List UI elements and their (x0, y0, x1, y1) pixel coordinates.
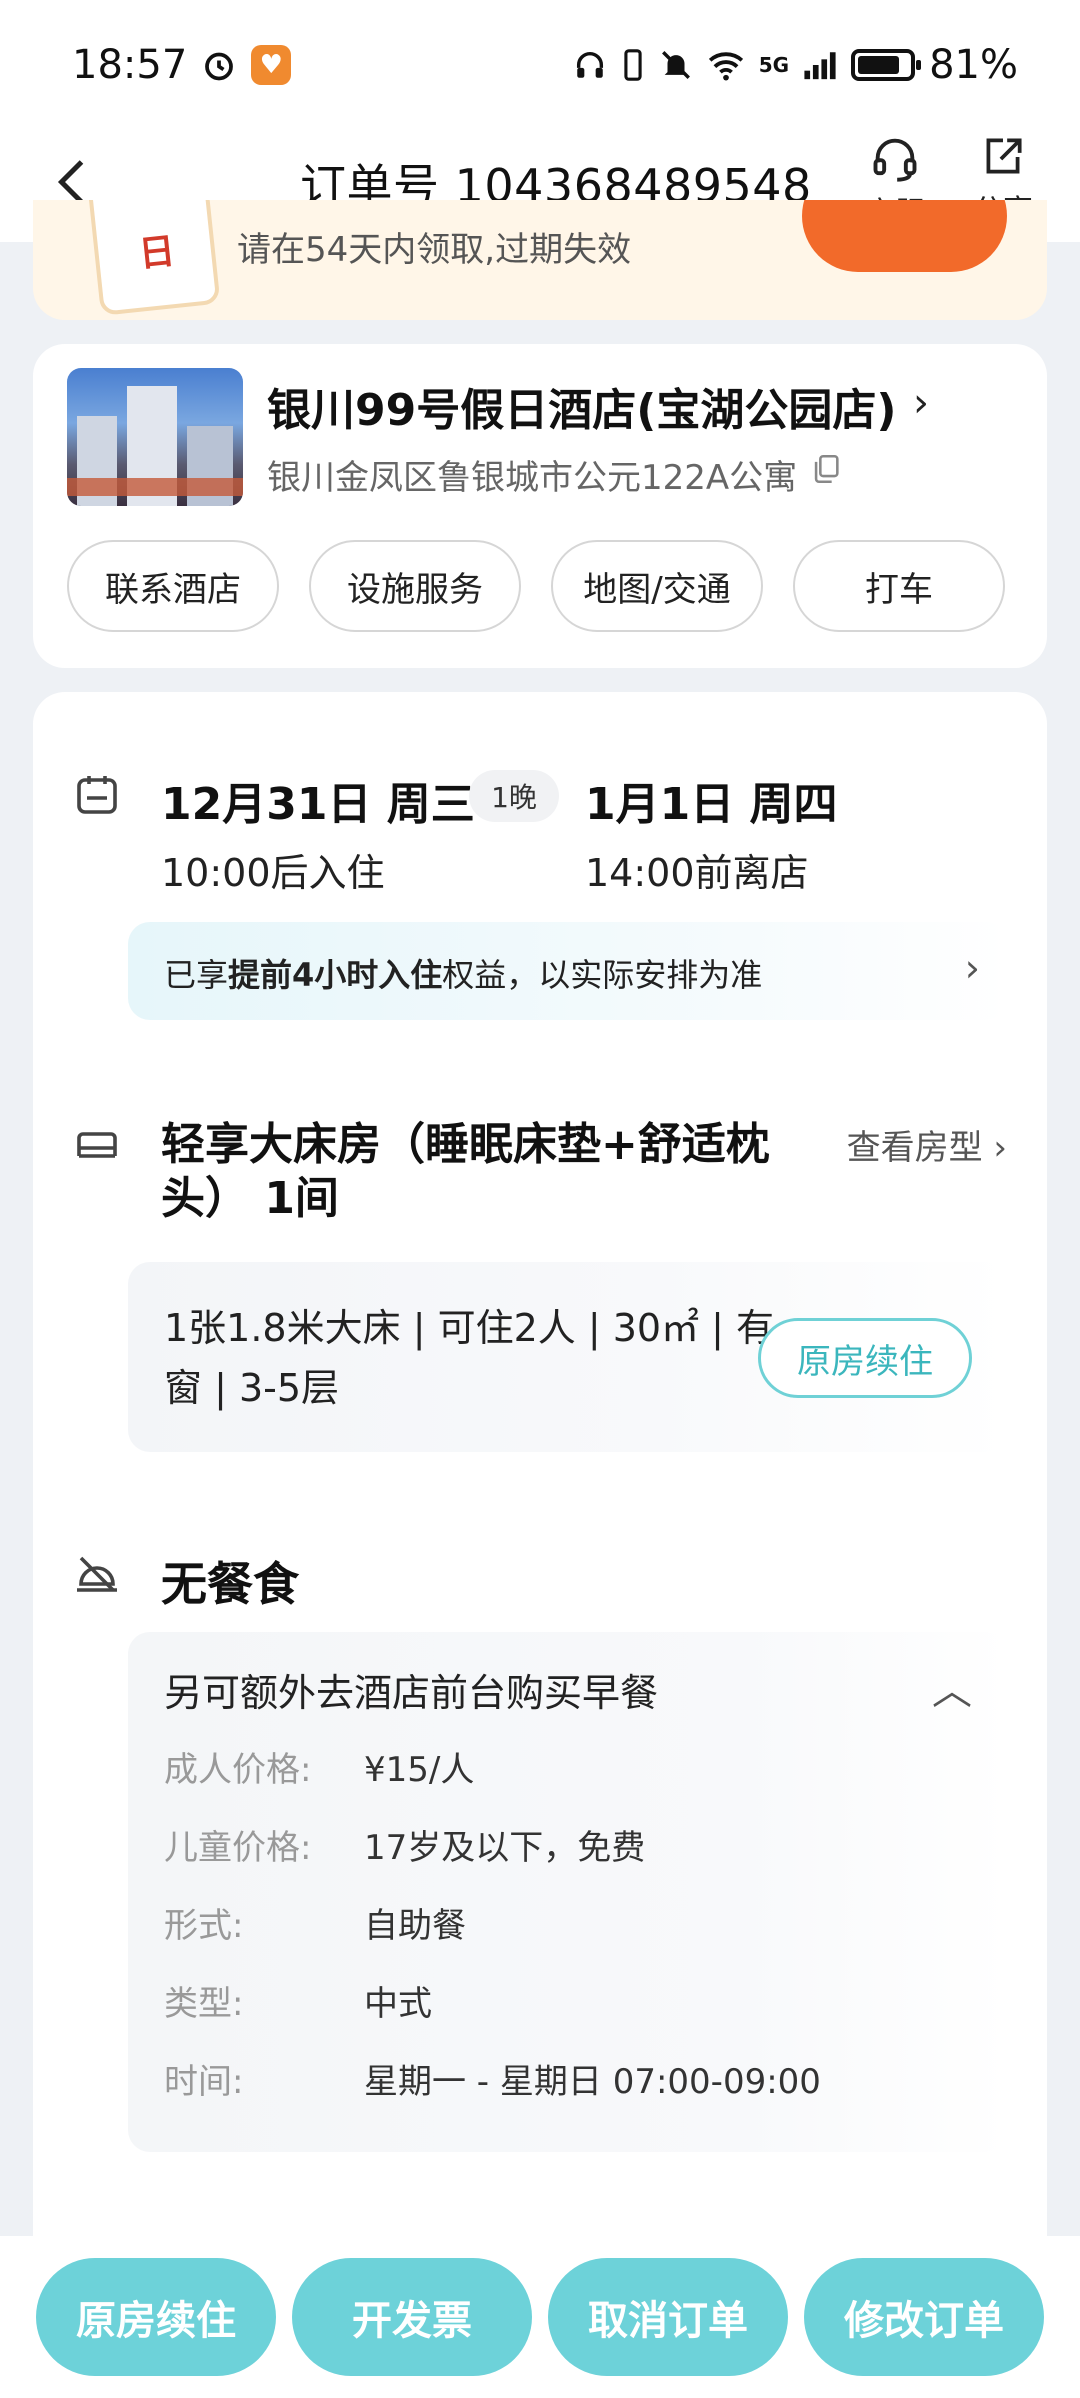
status-time: 18:57 (72, 42, 188, 88)
calendar-icon (73, 770, 121, 818)
battery-icon (851, 49, 922, 81)
coupon-banner[interactable]: 日 请在54天内领取,过期失效 (33, 200, 1047, 320)
headphones-icon (573, 48, 607, 82)
hotel-card: 银川99号假日酒店(宝湖公园店) › 银川金凤区鲁银城市公元122A公寓 联系酒… (33, 344, 1047, 668)
contact-hotel-button[interactable]: 联系酒店 (67, 540, 279, 632)
chevron-right-icon[interactable]: › (913, 380, 929, 426)
meal-title: 无餐食 (161, 1557, 299, 1611)
meal-row-type: 类型: 中式 (164, 1984, 432, 2024)
network-type: 5G (758, 53, 790, 77)
modify-order-button[interactable]: 修改订单 (804, 2258, 1044, 2376)
no-meal-icon (73, 1550, 121, 1598)
status-bar: 18:57 ♥ 5G 81% (0, 0, 1080, 130)
hotel-photo[interactable] (67, 368, 243, 506)
signal-bars-icon (803, 50, 837, 80)
chevron-right-icon: › (964, 946, 980, 990)
room-specs-box: 1张1.8米大床 | 可住2人 | 30㎡ | 有窗 | 3-5层 原房续住 (128, 1262, 1008, 1452)
renew-room-button[interactable]: 原房续住 (758, 1318, 972, 1398)
meal-row-time: 时间: 星期一 - 星期日 07:00-09:00 (164, 2062, 821, 2102)
bottom-action-bar: 原房续住 开发票 取消订单 修改订单 (0, 2236, 1080, 2398)
mute-bell-icon (659, 48, 693, 82)
facilities-button[interactable]: 设施服务 (309, 540, 521, 632)
bed-icon (73, 1120, 121, 1168)
hotel-name[interactable]: 银川99号假日酒店(宝湖公园店) (267, 374, 896, 438)
hotel-actions: 联系酒店 设施服务 地图/交通 打车 (67, 540, 1005, 632)
app-notification-icon: ♥ (251, 45, 292, 85)
breakfast-note: 另可额外去酒店前台购买早餐 (164, 1671, 659, 1715)
headset-icon (873, 138, 917, 182)
order-details-card: 12月31日 周三 1晚 1月1日 周四 10:00后入住 14:00前离店 已… (33, 692, 1047, 2252)
map-transport-button[interactable]: 地图/交通 (551, 540, 763, 632)
meal-row-adult: 成人价格: ¥15/人 (164, 1750, 475, 1790)
hotel-address: 银川金凤区鲁银城市公元122A公寓 (267, 458, 798, 498)
share-icon (986, 138, 1022, 174)
meal-row-form: 形式: 自助餐 (164, 1906, 466, 1946)
battery-percent: 81% (929, 42, 1018, 88)
checkout-time: 14:00前离店 (585, 851, 809, 895)
room-title: 轻享大床房（睡眠床垫+舒适枕头） 1间 (161, 1119, 770, 1224)
checkin-time: 10:00后入住 (161, 851, 385, 895)
taxi-button[interactable]: 打车 (793, 540, 1005, 632)
early-checkin-perk[interactable]: 已享提前4小时入住权益，以实际安排为准 › (128, 922, 1008, 1020)
alarm-icon (201, 47, 237, 83)
checkin-date: 12月31日 周三 (161, 779, 475, 830)
cellular-signal-icon: 5G (759, 53, 789, 77)
copy-icon[interactable] (809, 452, 843, 486)
view-room-type-link[interactable]: 查看房型 › (847, 1120, 1007, 1169)
perk-text: 已享提前4小时入住权益，以实际安排为准 (164, 956, 763, 994)
nights-badge: 1晚 (469, 770, 559, 822)
cancel-order-button[interactable]: 取消订单 (548, 2258, 788, 2376)
checkout-date: 1月1日 周四 (585, 779, 838, 830)
room-specs: 1张1.8米大床 | 可住2人 | 30㎡ | 有窗 | 3-5层 (164, 1306, 775, 1410)
meal-row-child: 儿童价格: 17岁及以下，免费 (164, 1828, 646, 1868)
invoice-button[interactable]: 开发票 (292, 2258, 532, 2376)
vibrate-icon (621, 48, 645, 82)
coupon-expiry-text: 请在54天内领取,过期失效 (237, 230, 632, 270)
wifi-icon (707, 49, 745, 81)
chevron-up-icon[interactable]: ︿ (932, 1658, 972, 1716)
breakfast-info-box: 另可额外去酒店前台购买早餐 ︿ 成人价格: ¥15/人 儿童价格: 17岁及以下，免… (128, 1632, 1008, 2152)
renew-stay-button[interactable]: 原房续住 (36, 2258, 276, 2376)
claim-coupon-button[interactable] (802, 200, 1007, 272)
coupon-ticket-icon: 日 (85, 200, 221, 316)
